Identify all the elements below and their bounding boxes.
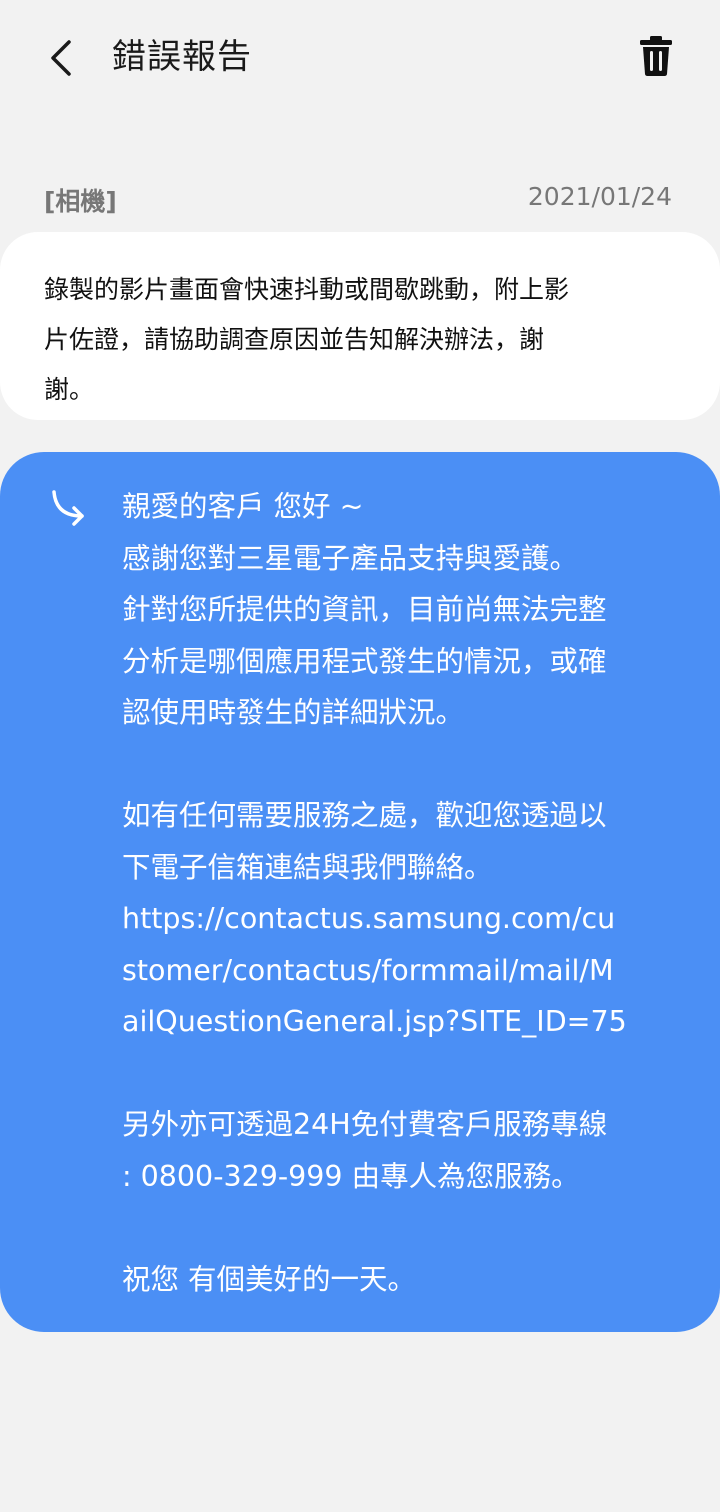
chevron-left-icon <box>51 40 71 76</box>
reply-text: 親愛的客戶 您好 ~ 感謝您對三星電子產品支持與愛護。 針對您所提供的資訊，目前… <box>122 490 627 1296</box>
question-bubble: 錄製的影片畫面會快速抖動或間歇跳動，附上影 片佐證，請協助調查原因並告知解決辦法… <box>0 232 720 420</box>
report-meta: [相機] 2021/01/24 <box>44 180 672 220</box>
trash-icon <box>640 36 672 76</box>
reply-bubble: 親愛的客戶 您好 ~ 感謝您對三星電子產品支持與愛護。 針對您所提供的資訊，目前… <box>0 452 720 1332</box>
delete-button[interactable] <box>630 30 682 82</box>
app-bar: 錯誤報告 <box>0 0 720 116</box>
question-text: 錄製的影片畫面會快速抖動或間歇跳動，附上影 片佐證，請協助調查原因並告知解決辦法… <box>44 275 570 404</box>
reply-arrow-icon <box>52 490 84 526</box>
report-date: 2021/01/24 <box>527 182 672 211</box>
back-button[interactable] <box>36 32 88 84</box>
page-title: 錯誤報告 <box>112 37 252 77</box>
report-category: [相機] <box>44 187 117 216</box>
